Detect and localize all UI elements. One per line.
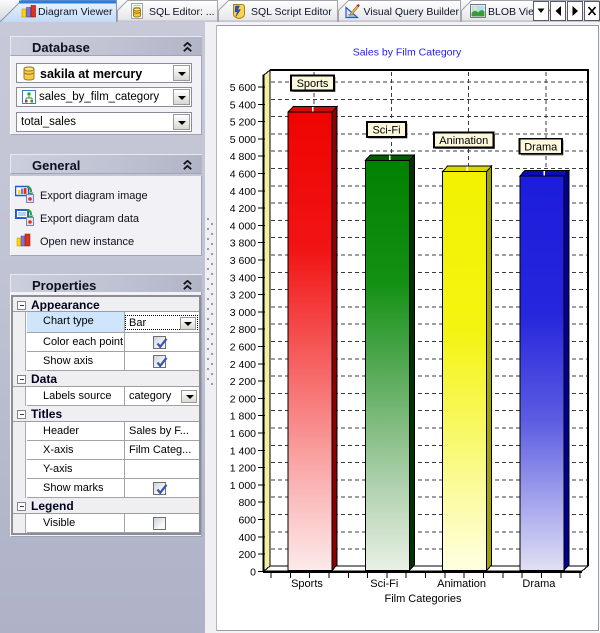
svg-text:Animation: Animation bbox=[439, 135, 488, 147]
svg-text:600: 600 bbox=[238, 515, 256, 527]
svg-text:3 000: 3 000 bbox=[230, 307, 256, 319]
svg-text:3 600: 3 600 bbox=[230, 255, 256, 267]
svg-text:2 400: 2 400 bbox=[230, 359, 256, 371]
svg-text:4 800: 4 800 bbox=[230, 151, 256, 163]
svg-text:Sci-Fi: Sci-Fi bbox=[372, 125, 400, 137]
svg-text:5 400: 5 400 bbox=[230, 99, 256, 111]
svg-text:5 200: 5 200 bbox=[230, 117, 256, 129]
svg-text:4 400: 4 400 bbox=[230, 186, 256, 198]
svg-text:0: 0 bbox=[250, 566, 256, 578]
svg-text:3 200: 3 200 bbox=[230, 290, 256, 302]
svg-text:1 800: 1 800 bbox=[230, 411, 256, 423]
svg-text:SQL Script Editor: SQL Script Editor bbox=[251, 6, 332, 18]
svg-text:1 000: 1 000 bbox=[230, 480, 256, 492]
svg-text:Animation: Animation bbox=[437, 578, 486, 590]
svg-text:2 200: 2 200 bbox=[230, 376, 256, 388]
svg-text:Visual Query Builder: Visual Query Builder bbox=[364, 6, 460, 18]
svg-text:4 000: 4 000 bbox=[230, 220, 256, 232]
svg-text:5 600: 5 600 bbox=[230, 82, 256, 94]
svg-text:3 800: 3 800 bbox=[230, 238, 256, 250]
svg-text:2 800: 2 800 bbox=[230, 324, 256, 336]
svg-text:2 600: 2 600 bbox=[230, 342, 256, 354]
svg-text:Sports: Sports bbox=[291, 578, 323, 590]
svg-text:1 600: 1 600 bbox=[230, 428, 256, 440]
svg-text:4 600: 4 600 bbox=[230, 169, 256, 181]
svg-text:SQL Editor: ...: SQL Editor: ... bbox=[149, 6, 215, 18]
svg-text:Sports: Sports bbox=[297, 78, 329, 90]
svg-text:1 200: 1 200 bbox=[230, 463, 256, 475]
svg-text:800: 800 bbox=[238, 497, 256, 509]
svg-text:Film Categories: Film Categories bbox=[384, 593, 462, 605]
svg-text:Drama: Drama bbox=[522, 578, 556, 590]
svg-text:4 200: 4 200 bbox=[230, 203, 256, 215]
svg-text:5 000: 5 000 bbox=[230, 134, 256, 146]
svg-text:3 400: 3 400 bbox=[230, 272, 256, 284]
svg-text:Sci-Fi: Sci-Fi bbox=[370, 578, 398, 590]
svg-text:1 400: 1 400 bbox=[230, 445, 256, 457]
svg-text:200: 200 bbox=[238, 549, 256, 561]
svg-text:2 000: 2 000 bbox=[230, 393, 256, 405]
svg-text:Sales by Film Category: Sales by Film Category bbox=[353, 47, 462, 59]
svg-text:Drama: Drama bbox=[524, 141, 558, 153]
svg-text:400: 400 bbox=[238, 532, 256, 544]
svg-text:Diagram Viewer: Diagram Viewer bbox=[38, 6, 113, 18]
